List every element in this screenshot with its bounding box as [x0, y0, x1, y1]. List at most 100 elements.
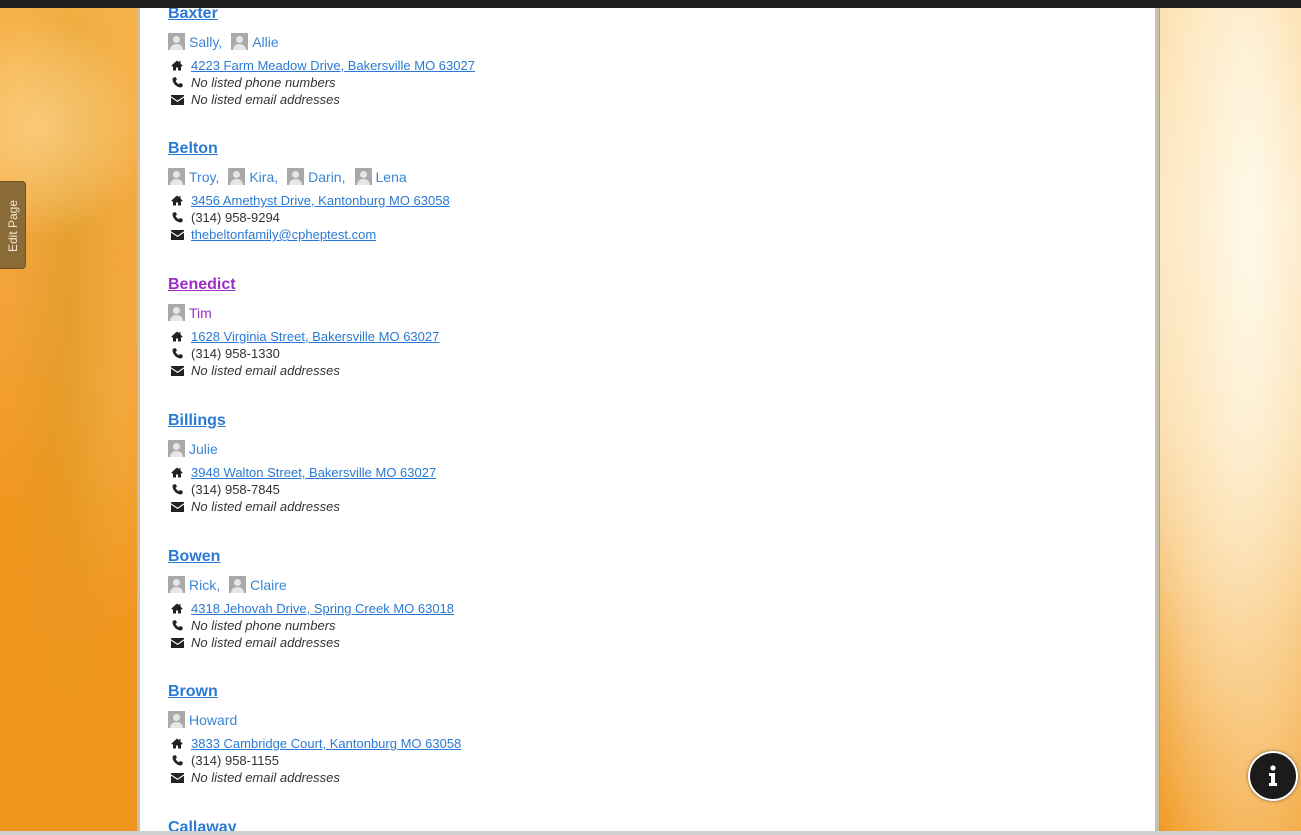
family-name-link[interactable]: Belton — [168, 140, 218, 158]
person-avatar-icon — [168, 33, 185, 50]
phone-icon — [168, 484, 186, 495]
members-list: Tim — [168, 304, 221, 324]
email-row: No listed email addresses — [168, 634, 340, 651]
email-row: No listed email addresses — [168, 91, 340, 108]
member-link[interactable]: Tim — [168, 304, 212, 321]
email-row-value[interactable]: thebeltonfamily@cpheptest.com — [191, 227, 376, 242]
envelope-icon — [168, 94, 186, 105]
member-name: Darin, — [308, 168, 346, 185]
phone-icon — [168, 77, 186, 88]
phone-row-value: No listed phone numbers — [191, 618, 336, 633]
background-right — [1160, 8, 1301, 835]
phone-row-value: (314) 958-1330 — [191, 346, 280, 361]
person-avatar-icon — [228, 168, 246, 185]
member-name: Troy, — [189, 168, 220, 185]
address-row: 1628 Virginia Street, Bakersville MO 630… — [168, 328, 439, 345]
member-link[interactable]: Lena — [354, 168, 407, 185]
address-row: 3456 Amethyst Drive, Kantonburg MO 63058 — [168, 192, 450, 209]
member-link[interactable]: Allie — [231, 33, 279, 50]
member-name: Rick, — [189, 576, 221, 593]
member-name: Lena — [375, 168, 407, 185]
address-row: 4318 Jehovah Drive, Spring Creek MO 6301… — [168, 600, 454, 617]
address-row: 4223 Farm Meadow Drive, Bakersville MO 6… — [168, 57, 475, 74]
email-row: No listed email addresses — [168, 498, 340, 515]
person-avatar-icon — [354, 168, 372, 185]
member-link[interactable]: Darin, — [287, 168, 346, 185]
bottom-border — [0, 831, 1301, 835]
phone-row: No listed phone numbers — [168, 74, 336, 91]
email-row-value: No listed email addresses — [191, 363, 340, 378]
email-row-value: No listed email addresses — [191, 635, 340, 650]
directory-content[interactable]: Baxter Sally, Allie 4223 Farm Meadow Drive,… — [137, 8, 1159, 831]
home-icon — [168, 60, 186, 71]
member-link[interactable]: Kira, — [228, 168, 278, 185]
email-row-value: No listed email addresses — [191, 499, 340, 514]
edit-page-label: Edit Page — [6, 199, 20, 253]
address-row-value[interactable]: 1628 Virginia Street, Bakersville MO 630… — [191, 329, 439, 344]
family-name-link[interactable]: Billings — [168, 412, 226, 430]
home-icon — [168, 738, 186, 749]
home-icon — [168, 195, 186, 206]
phone-row: (314) 958-1155 — [168, 752, 279, 769]
members-list: Troy, Kira, Darin, Lena — [168, 168, 416, 188]
address-row: 3948 Walton Street, Bakersville MO 63027 — [168, 464, 436, 481]
phone-row-value: (314) 958-7845 — [191, 482, 280, 497]
member-link[interactable]: Troy, — [168, 168, 219, 185]
phone-row-value: (314) 958-9294 — [191, 210, 280, 225]
home-icon — [168, 331, 186, 342]
envelope-icon — [168, 501, 186, 512]
family-name-link[interactable]: Callaway — [168, 819, 236, 831]
address-row-value[interactable]: 3833 Cambridge Court, Kantonburg MO 6305… — [191, 736, 461, 751]
email-row: No listed email addresses — [168, 769, 340, 786]
address-row-value[interactable]: 4223 Farm Meadow Drive, Bakersville MO 6… — [191, 58, 475, 73]
address-row-value[interactable]: 4318 Jehovah Drive, Spring Creek MO 6301… — [191, 601, 454, 616]
phone-icon — [168, 620, 186, 631]
phone-icon — [168, 212, 186, 223]
member-name: Tim — [189, 304, 212, 321]
family-name-link[interactable]: Brown — [168, 683, 218, 701]
member-link[interactable]: Rick, — [168, 576, 220, 593]
person-avatar-icon — [231, 33, 249, 50]
family-name-link[interactable]: Bowen — [168, 548, 220, 566]
person-avatar-icon — [168, 440, 185, 457]
background-left — [0, 8, 140, 835]
home-icon — [168, 603, 186, 614]
member-link[interactable]: Sally, — [168, 33, 222, 50]
home-icon — [168, 467, 186, 478]
email-row: thebeltonfamily@cpheptest.com — [168, 226, 376, 243]
member-name: Claire — [250, 576, 287, 593]
address-row-value[interactable]: 3456 Amethyst Drive, Kantonburg MO 63058 — [191, 193, 450, 208]
members-list: Howard — [168, 711, 246, 731]
info-icon — [1269, 765, 1277, 786]
top-bar — [0, 0, 1301, 8]
email-row-value: No listed email addresses — [191, 770, 340, 785]
phone-row-value: No listed phone numbers — [191, 75, 336, 90]
person-avatar-icon — [229, 576, 247, 593]
member-link[interactable]: Julie — [168, 440, 218, 457]
address-row-value[interactable]: 3948 Walton Street, Bakersville MO 63027 — [191, 465, 436, 480]
member-name: Julie — [189, 440, 218, 457]
member-name: Howard — [189, 711, 238, 728]
phone-icon — [168, 348, 186, 359]
family-name-link[interactable]: Benedict — [168, 276, 236, 294]
phone-row: (314) 958-1330 — [168, 345, 280, 362]
member-name: Kira, — [249, 168, 279, 185]
person-avatar-icon — [168, 168, 185, 185]
member-link[interactable]: Claire — [229, 576, 287, 593]
family-name-link[interactable]: Baxter — [168, 8, 218, 23]
phone-row: (314) 958-7845 — [168, 481, 280, 498]
person-avatar-icon — [287, 168, 305, 185]
edit-page-tab[interactable]: Edit Page — [0, 181, 26, 269]
member-name: Sally, — [189, 33, 223, 50]
member-link[interactable]: Howard — [168, 711, 237, 728]
address-row: 3833 Cambridge Court, Kantonburg MO 6305… — [168, 735, 461, 752]
envelope-icon — [168, 772, 186, 783]
phone-row: No listed phone numbers — [168, 617, 336, 634]
info-button[interactable] — [1248, 751, 1298, 801]
envelope-icon — [168, 637, 186, 648]
email-row: No listed email addresses — [168, 362, 340, 379]
email-row-value: No listed email addresses — [191, 92, 340, 107]
phone-row-value: (314) 958-1155 — [191, 753, 279, 768]
members-list: Sally, Allie — [168, 33, 288, 53]
phone-icon — [168, 755, 186, 766]
